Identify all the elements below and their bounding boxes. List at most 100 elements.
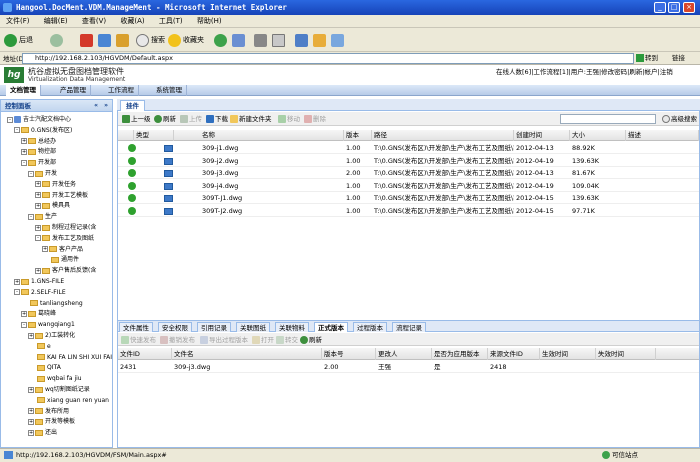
maximize-button[interactable]: □ <box>668 2 680 13</box>
quick-publish-button[interactable]: 快速发布 <box>121 334 156 346</box>
tree-node[interactable]: tanliangsheng <box>21 299 83 309</box>
go-button[interactable]: 转到 <box>636 53 658 64</box>
col-version-no[interactable]: 版本号 <box>322 348 376 360</box>
home-button[interactable] <box>116 32 131 48</box>
tree-node[interactable]: + 客户售后反馈(含 <box>35 266 96 276</box>
tree-node[interactable]: + 开发等模板 <box>28 417 75 427</box>
col-changer[interactable]: 更改人 <box>376 348 432 360</box>
expand-node-icon[interactable]: + <box>21 310 27 317</box>
search-input[interactable] <box>560 114 656 124</box>
collapse-icon[interactable]: « <box>94 100 98 112</box>
expand-icon[interactable]: » <box>104 100 108 112</box>
menu-help[interactable]: 帮助(H) <box>191 15 228 28</box>
tab-process-versions[interactable]: 过程版本 <box>353 322 387 332</box>
col-description[interactable]: 描述 <box>626 130 699 141</box>
tree-node[interactable]: + 还出 <box>28 428 57 438</box>
tree-node[interactable]: 通用件 <box>42 255 79 265</box>
open-button[interactable]: 打开 <box>252 334 274 346</box>
expand-node-icon[interactable]: + <box>21 138 27 145</box>
tab-file-properties[interactable]: 文件属性 <box>119 322 153 332</box>
tree-node[interactable]: + 开发任务 <box>35 180 76 190</box>
file-row[interactable]: 309-j4.dwg 1.00 T:\0.GNS(发布区)\开发部\生产\发布工艺及… <box>118 180 699 192</box>
col-name[interactable]: 名称 <box>200 130 344 141</box>
col-expire[interactable]: 失效时间 <box>596 348 656 360</box>
nav-workflow[interactable]: 工作流程 <box>104 85 139 96</box>
nav-document-management[interactable]: 文档管理 <box>6 85 41 96</box>
expand-node-icon[interactable]: + <box>35 267 41 274</box>
mail-button[interactable] <box>232 32 247 48</box>
collapse-node-icon[interactable]: - <box>14 127 20 134</box>
collapse-node-icon[interactable]: - <box>35 235 41 242</box>
revoke-publish-button[interactable]: 撤销发布 <box>160 334 195 346</box>
tab-security[interactable]: 安全权限 <box>158 322 192 332</box>
back-button[interactable]: 后退 <box>4 32 33 48</box>
expand-node-icon[interactable]: + <box>35 224 41 231</box>
file-row[interactable]: 309-j1.dwg 1.00 T:\0.GNS(发布区)\开发部\生产\发布工艺及… <box>118 142 699 154</box>
menu-view[interactable]: 查看(V) <box>76 15 112 28</box>
expand-node-icon[interactable]: + <box>35 202 41 209</box>
up-level-button[interactable]: 上一级 <box>122 113 151 125</box>
forward-button[interactable] <box>50 32 65 48</box>
discuss-button[interactable] <box>295 32 310 48</box>
col-is-applied[interactable]: 是否为应用版本 <box>432 348 488 360</box>
expand-node-icon[interactable]: + <box>28 408 34 415</box>
tree-node[interactable]: + wq切割图纸记录 <box>28 385 90 395</box>
collapse-node-icon[interactable]: - <box>21 321 27 328</box>
expand-node-icon[interactable]: + <box>35 192 41 199</box>
delete-button[interactable]: 删除 <box>304 113 326 125</box>
tree-node[interactable]: wqbai fa jiu <box>28 374 82 384</box>
expand-node-icon[interactable]: + <box>21 148 27 155</box>
nav-system-management[interactable]: 系统管理 <box>152 85 187 96</box>
tree-node[interactable]: - 0.GNS(发布区) <box>14 126 72 136</box>
address-input[interactable]: http://192.168.2.103/HGVDM/Default.aspx <box>22 53 634 64</box>
tree-node[interactable]: KAI FA LIN SHI XUI FAI <box>28 353 112 363</box>
upload-button[interactable]: 上传 <box>180 113 202 125</box>
tab-attachments[interactable]: 挂件 <box>120 100 145 111</box>
tab-references[interactable]: 引用记录 <box>197 322 231 332</box>
tab-workflow-records[interactable]: 流程记录 <box>392 322 426 332</box>
refresh-versions-button[interactable]: 刷新 <box>300 334 322 346</box>
refresh-button[interactable] <box>98 32 113 48</box>
collapse-node-icon[interactable]: - <box>28 213 34 220</box>
history-button[interactable] <box>214 32 229 48</box>
export-process-version-button[interactable]: 导出过程版本 <box>200 334 248 346</box>
col-file-id[interactable]: 文件ID <box>118 348 172 360</box>
menu-favorites[interactable]: 收藏(A) <box>114 15 150 28</box>
version-row[interactable]: 2431 309-j3.dwg 2.00 王强 是 2418 <box>118 361 699 373</box>
tree-node[interactable]: - 2.SELF-FILE <box>14 288 66 298</box>
tree-node[interactable]: +2)工装转化 <box>28 331 75 341</box>
tree-node[interactable]: - wangqiang1 <box>21 320 75 330</box>
messenger-button[interactable] <box>313 32 328 48</box>
expand-node-icon[interactable]: + <box>35 181 41 188</box>
menu-tools[interactable]: 工具(T) <box>153 15 189 28</box>
tree-node[interactable]: +1.GNS-FILE <box>14 277 64 287</box>
tree-node[interactable]: QITA <box>28 363 61 373</box>
tree-node[interactable]: + 客户产品 <box>42 245 83 255</box>
tab-related-drawings[interactable]: 关联图纸 <box>236 322 270 332</box>
collapse-node-icon[interactable]: - <box>14 289 20 296</box>
close-button[interactable]: × <box>683 2 695 13</box>
expand-node-icon[interactable]: + <box>28 429 34 436</box>
file-row[interactable]: 309-j2.dwg 1.00 T:\0.GNS(发布区)\开发部\生产\发布工艺及… <box>118 155 699 167</box>
edit-button[interactable] <box>272 32 287 48</box>
col-path[interactable]: 路径 <box>372 130 514 141</box>
stop-button[interactable] <box>80 32 95 48</box>
print-button[interactable] <box>254 32 269 48</box>
tree-node[interactable]: + 发布所用 <box>28 407 69 417</box>
file-row[interactable]: 309T-J2.dwg 1.00 T:\0.GNS(发布区)\开发部\生产\发布工艺… <box>118 205 699 217</box>
minimize-button[interactable]: _ <box>654 2 666 13</box>
tree-node[interactable]: - 开发 <box>28 169 57 179</box>
col-version[interactable]: 版本 <box>344 130 372 141</box>
new-folder-button[interactable]: 新建文件夹 <box>230 113 272 125</box>
expand-node-icon[interactable]: + <box>28 332 34 339</box>
tree-node[interactable]: xiang guan ren yuan <box>28 396 109 406</box>
tree-node[interactable]: - 生产 <box>28 212 57 222</box>
tree-node[interactable]: - 吉士汽配文档中心 <box>7 115 71 125</box>
collapse-node-icon[interactable]: - <box>21 159 27 166</box>
tree-node[interactable]: + 葛晓峰 <box>21 309 56 319</box>
tree-node[interactable]: - 开发部 <box>21 158 56 168</box>
col-effective[interactable]: 生效时间 <box>540 348 596 360</box>
advanced-search-button[interactable]: 高级搜索 <box>662 113 697 125</box>
expand-node-icon[interactable]: + <box>28 386 34 393</box>
tree-node[interactable]: - 发布工艺及图纸 <box>35 234 94 244</box>
